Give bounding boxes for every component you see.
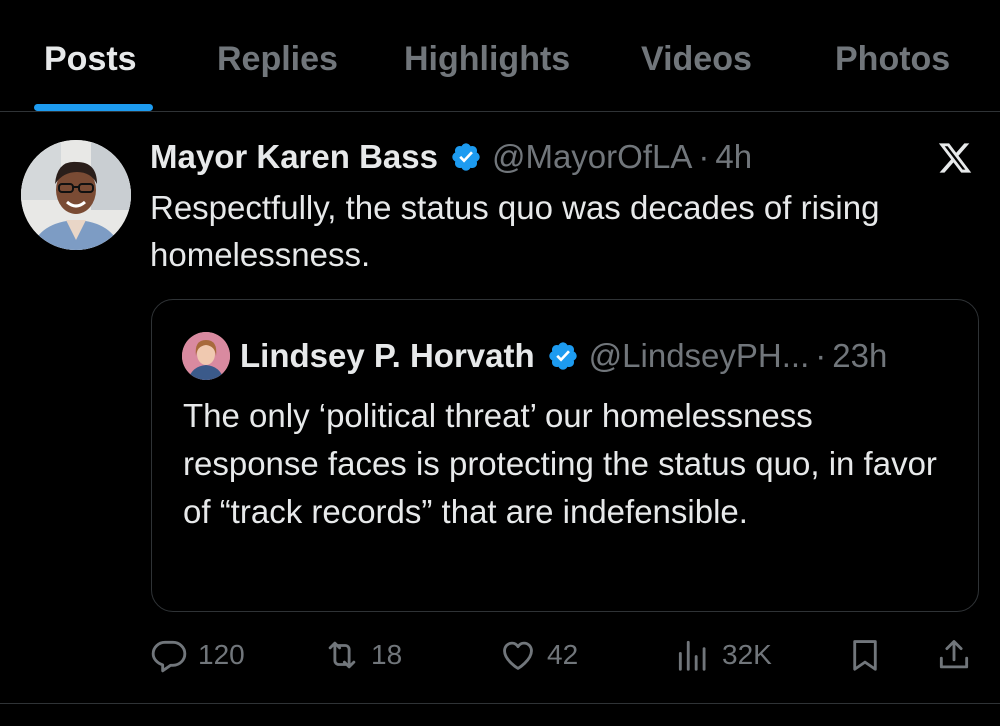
tab-highlights[interactable]: Highlights	[404, 40, 570, 79]
repost-icon	[328, 641, 356, 669]
author-name[interactable]: Mayor Karen Bass	[150, 138, 438, 176]
tweet-text: Respectfully, the status quo was decades…	[150, 189, 880, 273]
bookmark-button[interactable]	[846, 630, 884, 680]
tab-photos[interactable]: Photos	[835, 40, 950, 79]
quoted-avatar-image	[182, 332, 230, 380]
author-avatar[interactable]	[21, 140, 131, 250]
divider	[0, 703, 1000, 704]
view-count: 32K	[722, 639, 772, 670]
tweet-actions: 120 18 42 32K	[0, 630, 1000, 680]
quoted-author-avatar[interactable]	[182, 332, 230, 380]
tab-posts[interactable]: Posts	[44, 40, 137, 79]
heart-icon	[503, 641, 533, 670]
tweet-header: Mayor Karen Bass @MayorOfLA · 4h	[150, 135, 752, 179]
repost-count: 18	[371, 639, 403, 670]
share-icon	[939, 640, 969, 669]
x-logo-icon	[938, 143, 972, 173]
bookmark-icon	[853, 640, 877, 671]
separator-dot: ·	[815, 337, 827, 374]
like-button[interactable]: 42	[499, 630, 578, 680]
repost-button[interactable]: 18	[323, 630, 402, 680]
quoted-tweet-text: The only ‘political threat’ our homeless…	[183, 397, 937, 530]
tweet-timestamp[interactable]: 4h	[715, 138, 752, 176]
reply-button[interactable]: 120	[150, 630, 245, 680]
tab-videos[interactable]: Videos	[641, 40, 752, 79]
share-button[interactable]	[935, 630, 973, 680]
verified-badge-icon	[452, 143, 480, 171]
analytics-icon	[678, 640, 706, 671]
quoted-author-handle[interactable]: @LindseyPH...	[589, 337, 810, 375]
quoted-tweet-header: Lindsey P. Horvath @LindseyPH... · 23h	[240, 334, 887, 378]
quoted-author-name[interactable]: Lindsey P. Horvath	[240, 337, 535, 375]
reply-count: 120	[198, 639, 245, 670]
active-tab-indicator	[34, 104, 153, 111]
views-button[interactable]: 32K	[674, 630, 772, 680]
tab-replies[interactable]: Replies	[217, 40, 338, 79]
verified-badge-icon	[548, 342, 577, 370]
avatar-portrait-image	[21, 140, 131, 250]
separator-dot: ·	[698, 138, 710, 175]
author-handle[interactable]: @MayorOfLA	[492, 138, 692, 176]
quoted-tweet-timestamp[interactable]: 23h	[832, 337, 887, 375]
quoted-tweet[interactable]: Lindsey P. Horvath @LindseyPH... · 23h T…	[151, 299, 979, 612]
profile-tabs: Posts Replies Highlights Videos Photos	[0, 0, 1000, 112]
like-count: 42	[547, 639, 579, 670]
reply-icon	[151, 640, 187, 673]
